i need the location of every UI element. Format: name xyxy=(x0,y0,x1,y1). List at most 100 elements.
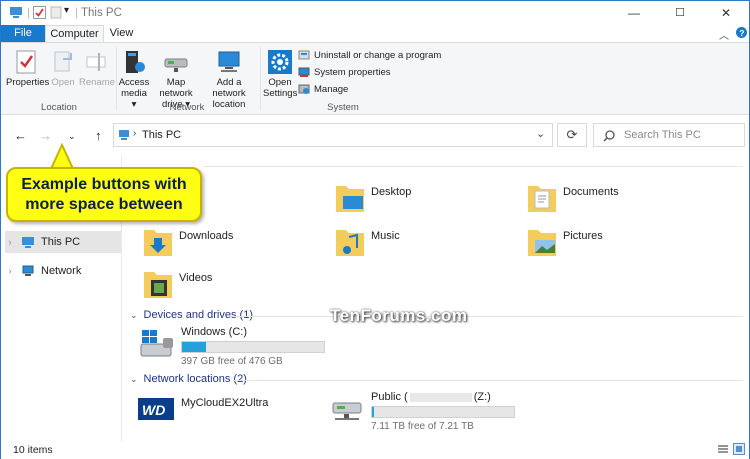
callout-line-1: Example buttons with xyxy=(21,176,187,193)
nav-item-this-pc[interactable]: › This PC xyxy=(5,231,121,253)
computer-icon[interactable] xyxy=(9,6,23,22)
forward-button[interactable]: → xyxy=(39,128,52,143)
refresh-button[interactable]: ⟳ xyxy=(557,123,587,147)
system-properties-button[interactable]: System properties xyxy=(298,66,391,78)
breadcrumb-chevron-icon[interactable]: › xyxy=(133,128,136,139)
folder-label: Music xyxy=(371,230,400,242)
properties-icon xyxy=(16,50,36,74)
videos-folder-icon xyxy=(144,272,172,298)
network-drive-name-prefix: Public ( xyxy=(371,391,408,403)
music-folder-icon xyxy=(336,230,364,256)
network-locations-section-header[interactable]: ⌄ Network locations (2) xyxy=(130,373,247,385)
system-group-label: System xyxy=(327,102,359,113)
tab-file[interactable]: File xyxy=(1,25,45,42)
address-bar[interactable]: › This PC ⌄ xyxy=(113,123,553,147)
access-media-button[interactable]: Access media ▾ xyxy=(118,49,150,110)
network-group-label: Network xyxy=(169,102,205,113)
new-folder-icon[interactable] xyxy=(50,6,62,22)
folder-music[interactable]: Music xyxy=(335,226,400,270)
network-icon xyxy=(22,265,34,276)
drive-free-space: 7.11 TB free of 7.21 TB xyxy=(371,421,474,432)
maximize-button[interactable]: ☐ xyxy=(657,1,703,25)
help-icon[interactable]: ? xyxy=(736,27,747,41)
back-button[interactable]: ← xyxy=(14,128,27,143)
properties-check-icon[interactable] xyxy=(33,6,46,22)
folder-label: Documents xyxy=(563,186,619,198)
folder-documents[interactable]: Documents xyxy=(527,182,619,226)
manage-button[interactable]: Manage xyxy=(298,83,348,95)
details-view-icon[interactable] xyxy=(717,444,729,458)
ribbon-separator xyxy=(116,47,117,111)
rename-button[interactable]: Rename xyxy=(79,49,115,88)
tab-computer[interactable]: Computer xyxy=(45,25,104,42)
search-input[interactable]: Search This PC xyxy=(624,129,701,141)
rename-icon xyxy=(86,53,106,71)
open-settings-label-2: Settings xyxy=(263,88,298,99)
devices-section-header[interactable]: ⌄ Devices and drives (1) xyxy=(130,309,253,321)
drive-windows-c[interactable]: Windows (C:) 397 GB free of 476 GB xyxy=(139,326,325,367)
chevron-down-icon[interactable]: ⌄ xyxy=(130,310,138,321)
system-properties-label: System properties xyxy=(314,66,391,78)
folder-desktop[interactable]: Desktop xyxy=(335,182,411,226)
customize-toolbar-icon[interactable]: ▾ xyxy=(64,5,69,16)
network-drive-public-z[interactable]: Public ( (Z:) 7.11 TB free of 7.21 TB xyxy=(329,391,515,432)
properties-label: Properties xyxy=(6,77,50,88)
folder-downloads[interactable]: Downloads xyxy=(143,226,233,270)
ribbon: Properties Open Rename Location Access m… xyxy=(1,42,749,115)
manage-icon xyxy=(298,84,310,94)
open-icon xyxy=(54,51,72,72)
drive-usage-bar xyxy=(181,341,325,353)
map-network-drive-button[interactable]: Map network drive ▾ xyxy=(151,49,201,110)
add-network-location-button[interactable]: Add a network location xyxy=(201,49,257,110)
settings-gear-icon xyxy=(268,50,292,74)
folder-videos[interactable]: Videos xyxy=(143,268,212,312)
access-media-label: Access xyxy=(118,77,150,88)
folder-label: Downloads xyxy=(179,230,234,242)
collapse-ribbon-icon[interactable]: ︿ xyxy=(719,27,729,42)
up-button[interactable]: ↑ xyxy=(95,128,102,143)
add-location-label: Add a network xyxy=(212,77,246,99)
status-bar: 10 items xyxy=(1,441,749,459)
chevron-right-icon[interactable]: › xyxy=(5,237,15,247)
rename-label: Rename xyxy=(79,77,115,88)
drive-usage-fill xyxy=(182,342,207,352)
address-dropdown-icon[interactable]: ⌄ xyxy=(536,127,545,140)
wd-logo-icon: WD xyxy=(138,398,174,420)
tab-view[interactable]: View xyxy=(104,25,139,42)
open-button[interactable]: Open xyxy=(49,49,77,88)
documents-folder-icon xyxy=(528,186,556,212)
svg-text:?: ? xyxy=(739,28,744,38)
content-pane: jects Desktop Documents Downloads Music … xyxy=(123,156,749,441)
divider xyxy=(235,316,743,317)
network-drive-name: Public ( (Z:) xyxy=(371,391,515,403)
network-location-mycloud[interactable]: WD MyCloudEX2Ultra xyxy=(137,396,268,422)
media-server-icon xyxy=(126,51,145,73)
folder-label: Videos xyxy=(179,272,213,284)
uninstall-program-button[interactable]: Uninstall or change a program xyxy=(298,49,441,61)
watermark: TenForums.com xyxy=(330,306,468,325)
close-button[interactable]: ✕ xyxy=(703,1,749,25)
folder-pictures[interactable]: Pictures xyxy=(527,226,603,270)
chevron-down-icon[interactable]: ⌄ xyxy=(130,374,138,385)
downloads-folder-icon xyxy=(144,230,172,256)
network-location-icon xyxy=(218,51,240,72)
map-drive-label: Map network xyxy=(159,77,193,99)
nav-item-network[interactable]: › Network xyxy=(5,260,121,282)
chevron-right-icon[interactable]: › xyxy=(5,266,15,276)
item-count: 10 items xyxy=(13,444,53,456)
network-drive-name-suffix: (Z:) xyxy=(473,391,491,403)
recent-locations-button[interactable]: ⌄ xyxy=(68,131,76,142)
search-box[interactable]: Search This PC xyxy=(593,123,745,147)
manage-label: Manage xyxy=(314,83,349,95)
properties-button[interactable]: Properties xyxy=(6,49,50,88)
minimize-button[interactable]: — xyxy=(611,1,657,25)
drive-free-space: 397 GB free of 476 GB xyxy=(181,356,283,367)
folder-label: Desktop xyxy=(371,186,412,198)
large-icons-view-icon[interactable] xyxy=(733,443,745,458)
open-settings-label: Open xyxy=(268,77,292,88)
explorer-window: | ▾ | This PC — ☐ ✕ File Computer View ︿… xyxy=(0,0,750,459)
svg-text:WD: WD xyxy=(142,402,165,418)
breadcrumb[interactable]: This PC xyxy=(142,129,181,141)
pictures-folder-icon xyxy=(528,230,556,256)
open-settings-button[interactable]: Open Settings xyxy=(263,49,297,99)
